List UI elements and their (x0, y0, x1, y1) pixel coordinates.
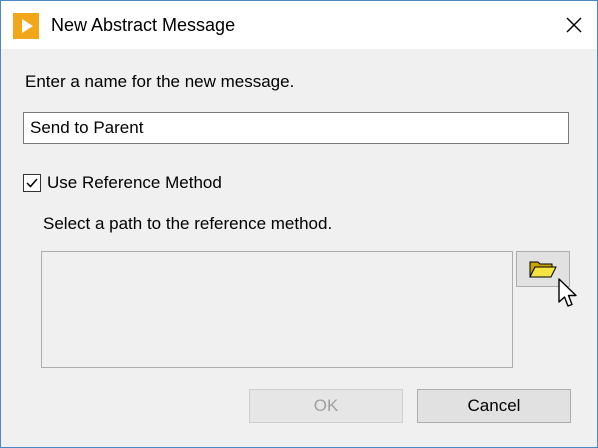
use-reference-method-checkbox[interactable]: Use Reference Method (23, 173, 222, 193)
ok-button[interactable]: OK (249, 389, 403, 423)
reference-path-field[interactable] (41, 251, 513, 368)
path-prompt-label: Select a path to the reference method. (43, 214, 333, 233)
name-prompt-label: Enter a name for the new message. (25, 72, 295, 91)
app-icon (13, 13, 39, 39)
window-title: New Abstract Message (51, 15, 236, 35)
checkbox-box[interactable] (23, 174, 41, 192)
checkmark-icon (26, 178, 38, 188)
close-icon (566, 17, 582, 33)
folder-open-icon (529, 261, 557, 278)
close-button[interactable] (551, 1, 597, 49)
use-reference-method-label: Use Reference Method (47, 173, 222, 192)
dialog-window: New Abstract Message Enter a name for th… (0, 0, 598, 448)
title-bar[interactable]: New Abstract Message (1, 1, 597, 49)
mouse-cursor-icon (558, 278, 577, 307)
cancel-button[interactable]: Cancel (417, 389, 571, 423)
message-name-input[interactable] (23, 112, 569, 144)
